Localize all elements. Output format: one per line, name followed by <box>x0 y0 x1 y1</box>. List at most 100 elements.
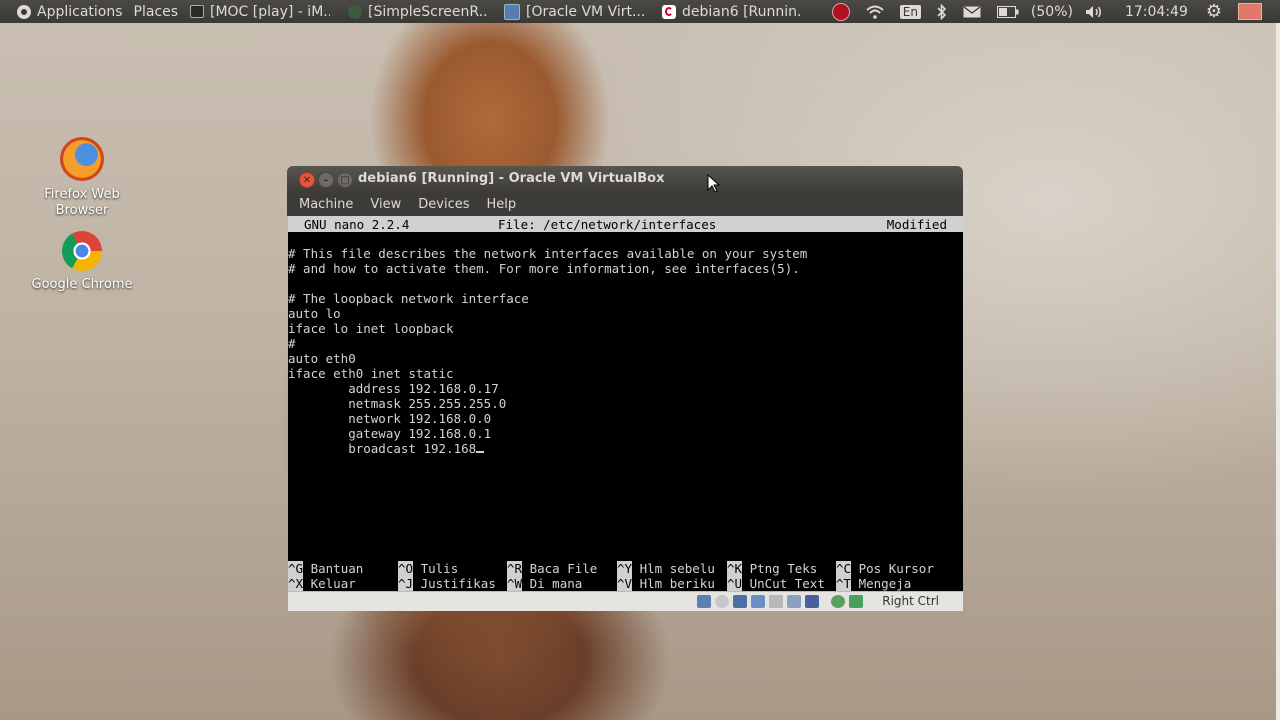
shortcut-where-is: ^W Di mana <box>507 576 583 591</box>
maximize-icon[interactable]: □ <box>337 172 353 188</box>
editor-line: # <box>288 336 296 351</box>
taskbar-item-debian6[interactable]: debian6 [Runnin... <box>662 0 802 23</box>
editor-line-current: broadcast 192.168 <box>288 441 807 456</box>
shortcut-help: ^G Bantuan <box>288 561 364 576</box>
editor-line: address 192.168.0.17 <box>288 381 499 396</box>
host-key-label: Right Ctrl <box>882 594 939 608</box>
battery-icon[interactable] <box>996 5 1019 18</box>
editor-line: network 192.168.0.0 <box>288 411 492 426</box>
editor-line: auto eth0 <box>288 351 356 366</box>
nano-filename: File: /etc/network/interfaces <box>498 217 717 232</box>
minimize-icon[interactable]: – <box>318 172 334 188</box>
mouse-integration-icon[interactable] <box>831 595 845 608</box>
chrome-icon <box>62 231 102 271</box>
editor-line: iface lo inet loopback <box>288 321 454 336</box>
keyboard-capture-icon[interactable] <box>849 595 863 608</box>
editor-line: # The loopback network interface <box>288 291 529 306</box>
gnome-foot-icon <box>17 4 31 19</box>
shortcut-justify: ^J Justifikas <box>398 576 496 591</box>
nano-editor-buffer[interactable]: # This file describes the network interf… <box>288 246 807 456</box>
nano-header: GNU nano 2.2.4 File: /etc/network/interf… <box>288 216 963 232</box>
applications-label: Applications <box>37 3 123 20</box>
mail-icon[interactable] <box>963 6 981 18</box>
usb-icon[interactable] <box>733 595 747 608</box>
nano-shortcut-bar: ^G Bantuan ^O Tulis ^R Baca File ^Y Hlm … <box>288 561 963 591</box>
bluetooth-icon[interactable] <box>937 3 947 20</box>
volume-icon[interactable] <box>1085 5 1103 19</box>
vm-statusbar: Right Ctrl <box>288 591 963 611</box>
mouse-pointer-icon <box>707 174 721 193</box>
editor-line: iface eth0 inet static <box>288 366 454 381</box>
network-icon[interactable] <box>769 595 783 608</box>
terminal-icon <box>190 5 204 18</box>
editor-line-text: broadcast 192.168 <box>288 441 477 456</box>
taskbar-item-simplescreenrecorder[interactable]: [SimpleScreenR... <box>348 0 488 23</box>
virtualbox-window: ✕ – □ debian6 [Running] - Oracle VM Virt… <box>287 166 963 611</box>
clock[interactable]: 17:04:49 <box>1125 4 1188 20</box>
debian-icon <box>662 4 676 19</box>
menu-machine[interactable]: Machine <box>299 197 353 212</box>
menu-view[interactable]: View <box>370 197 401 212</box>
show-desktop-button[interactable] <box>1238 3 1262 20</box>
taskbar-label: [Oracle VM Virt... <box>526 3 644 20</box>
vm-screen[interactable]: GNU nano 2.2.4 File: /etc/network/interf… <box>288 216 963 591</box>
menu-devices[interactable]: Devices <box>418 197 469 212</box>
applications-menu[interactable]: Applications <box>17 0 123 23</box>
system-tray: En (50%) 17:04:49 ⚙ <box>824 0 1280 23</box>
keyboard-layout-indicator[interactable]: En <box>899 4 921 19</box>
taskbar-item-moc[interactable]: [MOC [play] - iM... <box>190 0 330 23</box>
menu-help[interactable]: Help <box>487 197 517 212</box>
editor-line: # and how to activate them. For more inf… <box>288 261 800 276</box>
text-cursor <box>476 451 485 453</box>
menubar: Machine View Devices Help <box>287 192 963 216</box>
shortcut-row-2: ^X Keluar ^J Justifikas ^W Di mana ^V Hl… <box>288 576 963 591</box>
desktop-icon-label: Google Chrome <box>31 277 133 292</box>
video-capture-icon[interactable] <box>805 595 819 608</box>
settings-gear-icon[interactable]: ⚙ <box>1206 2 1222 21</box>
recording-icon[interactable] <box>831 2 850 21</box>
keyboard-layout-label: En <box>899 4 921 19</box>
window-titlebar[interactable]: ✕ – □ debian6 [Running] - Oracle VM Virt… <box>287 166 963 192</box>
window-title: debian6 [Running] - Oracle VM VirtualBox <box>358 171 665 186</box>
shortcut-cur-pos: ^C Pos Kursor <box>836 561 934 576</box>
taskbar-item-virtualbox[interactable]: [Oracle VM Virt... <box>504 0 644 23</box>
optical-drive-icon[interactable] <box>715 595 729 608</box>
shortcut-exit: ^X Keluar <box>288 576 356 591</box>
nano-modified-status: Modified <box>886 217 947 232</box>
display-icon[interactable] <box>787 595 801 608</box>
editor-line: gateway 192.168.0.1 <box>288 426 492 441</box>
device-status-icons <box>697 595 863 608</box>
places-label: Places <box>133 3 179 20</box>
battery-percentage: (50%) <box>1030 3 1073 20</box>
shortcut-read-file: ^R Baca File <box>507 561 598 576</box>
nano-version: GNU nano 2.2.4 <box>304 217 410 232</box>
firefox-icon <box>60 137 104 181</box>
shortcut-next-page: ^V Hlm beriku <box>617 576 715 591</box>
shortcut-row-1: ^G Bantuan ^O Tulis ^R Baca File ^Y Hlm … <box>288 561 963 576</box>
taskbar-label: [SimpleScreenR... <box>368 3 488 20</box>
desktop-icon-firefox[interactable]: Firefox Web Browser <box>27 137 137 219</box>
harddisk-icon[interactable] <box>697 595 711 608</box>
virtualbox-icon <box>504 3 520 20</box>
shared-folders-icon[interactable] <box>751 595 765 608</box>
taskbar-label: debian6 [Runnin... <box>682 3 802 20</box>
shortcut-prev-page: ^Y Hlm sebelu <box>617 561 715 576</box>
close-icon[interactable]: ✕ <box>299 172 315 188</box>
taskbar-label: [MOC [play] - iM... <box>210 3 330 20</box>
top-panel: Applications Places [MOC [play] - iM... … <box>0 0 1280 23</box>
shortcut-write: ^O Tulis <box>398 561 459 576</box>
shortcut-uncut-text: ^U UnCut Text <box>727 576 825 591</box>
editor-line: # This file describes the network interf… <box>288 246 808 261</box>
desktop-icon-chrome[interactable]: Google Chrome <box>27 231 137 293</box>
shortcut-cut-text: ^K Ptng Teks <box>727 561 818 576</box>
editor-line: netmask 255.255.255.0 <box>288 396 507 411</box>
shortcut-spell: ^T Mengeja <box>836 576 912 591</box>
wifi-icon[interactable] <box>866 5 884 19</box>
recorder-icon <box>348 4 362 19</box>
desktop-icon-label: Firefox Web Browser <box>44 187 120 218</box>
places-menu[interactable]: Places <box>134 0 179 23</box>
window-controls: ✕ – □ <box>299 172 353 188</box>
editor-line: auto lo <box>288 306 341 321</box>
desktop-edge-scrollbar <box>1276 23 1280 720</box>
